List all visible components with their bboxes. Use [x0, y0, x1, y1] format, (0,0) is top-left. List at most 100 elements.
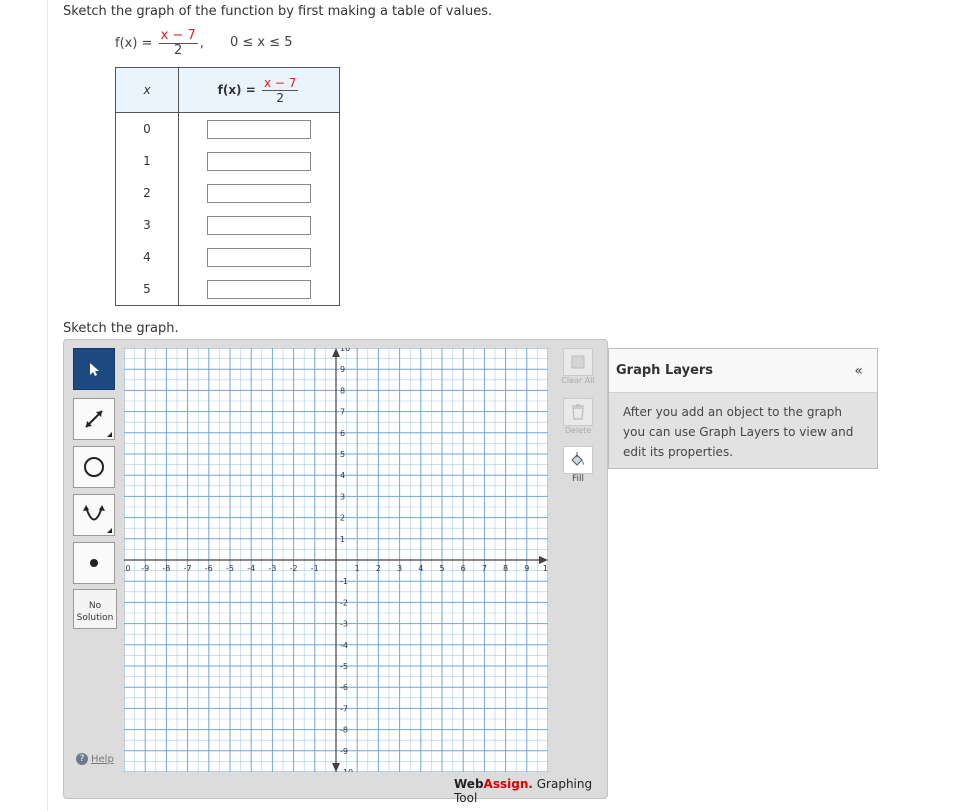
no-solution-button[interactable]: No Solution — [73, 589, 117, 629]
point-tool-button[interactable] — [73, 542, 115, 584]
fx-answer-input[interactable] — [207, 183, 311, 203]
equation-denominator: 2 — [174, 43, 183, 58]
y-tick-label: -3 — [340, 620, 348, 629]
help-label: Help — [91, 753, 114, 765]
help-icon: ? — [76, 753, 88, 765]
column-x-header: x — [115, 67, 179, 113]
point-icon — [90, 559, 98, 567]
brand-assign: Assign. — [483, 777, 533, 791]
column-fx-header: f(x) = x − 7 2 — [178, 67, 340, 113]
fx-fraction: x − 7 2 — [261, 75, 299, 105]
delete-button[interactable]: Delete — [557, 398, 599, 435]
y-tick-label: 4 — [340, 471, 345, 480]
table-row: 4 — [115, 241, 340, 273]
y-tick-label: -8 — [340, 726, 348, 735]
y-tick-label: 5 — [340, 450, 345, 459]
x-tick-label: 1 — [355, 564, 360, 573]
x-tick-label: 4 — [418, 564, 423, 573]
circle-icon — [84, 457, 104, 477]
function-equation: f(x) = x − 7 2 , — [115, 29, 204, 58]
fill-button[interactable]: Fill — [557, 446, 599, 484]
fx-answer-input[interactable] — [207, 247, 311, 267]
circle-tool-button[interactable] — [73, 446, 115, 488]
graph-canvas[interactable]: -10 -9 -8 -7 -6 -5 -4 -3 -2 -1 1 2 3 4 5 6 7 8 9 10 10 9 8 7 6 5 4… — [117, 344, 553, 777]
table-row: 5 — [115, 273, 340, 306]
y-tick-label: 3 — [340, 492, 345, 501]
x-tick-label: 5 — [439, 564, 444, 573]
pointer-icon — [90, 363, 99, 376]
table-row: 0 — [115, 112, 340, 145]
x-tick-label: 7 — [482, 564, 487, 573]
y-tick-label: 8 — [340, 386, 345, 395]
page-left-border — [47, 0, 48, 811]
x-tick-label: 3 — [397, 564, 402, 573]
x-tick-label: -10 — [124, 564, 131, 573]
collapse-icon[interactable]: « — [854, 363, 863, 379]
clear-all-button[interactable]: Clear All — [557, 348, 599, 385]
fx-lhs: f(x) = — [217, 82, 256, 97]
equation-minus-seven: − 7 — [168, 28, 196, 43]
fx-numerator: x − 7 — [261, 75, 299, 91]
clear-all-icon — [571, 355, 585, 369]
x-tick-label: 6 — [461, 564, 466, 573]
x-value: 2 — [115, 177, 179, 209]
fx-answer-input[interactable] — [207, 279, 311, 299]
y-tick-label: 2 — [340, 514, 345, 523]
webassign-branding: WebAssign. Graphing Tool — [454, 777, 607, 805]
y-tick-label: -2 — [340, 598, 348, 607]
paint-bucket-icon — [571, 452, 584, 466]
y-tick-label: -10 — [340, 768, 353, 772]
x-tick-label: -4 — [247, 564, 255, 573]
graph-layers-header: Graph Layers « — [609, 349, 877, 393]
line-icon — [85, 410, 103, 428]
parabola-tool-button[interactable] — [73, 494, 115, 536]
x-tick-label: -3 — [268, 564, 276, 573]
graph-layers-panel: Graph Layers « After you add an object t… — [608, 348, 878, 469]
fx-answer-input[interactable] — [207, 119, 311, 139]
y-tick-label: 10 — [340, 348, 350, 353]
graph-layers-description: After you add an object to the graph you… — [623, 405, 854, 459]
fx-answer-input[interactable] — [207, 151, 311, 171]
equation-comma: , — [199, 36, 204, 51]
y-tick-label: 1 — [340, 535, 345, 544]
y-tick-label: 7 — [340, 408, 345, 417]
graph-prompt: Sketch the graph. — [63, 321, 179, 336]
y-tick-label: -4 — [340, 641, 348, 650]
x-tick-label: -7 — [184, 564, 192, 573]
question-prompt: Sketch the graph of the function by firs… — [63, 4, 493, 19]
y-tick-label: -6 — [340, 683, 348, 692]
x-tick-label: -9 — [141, 564, 149, 573]
clear-all-label: Clear All — [561, 376, 595, 385]
y-tick-label: -9 — [340, 747, 348, 756]
x-tick-label: -5 — [226, 564, 234, 573]
graph-layers-title: Graph Layers — [616, 363, 714, 378]
y-axis-arrow-down — [332, 763, 340, 772]
fx-answer-input[interactable] — [207, 215, 311, 235]
x-tick-label: 8 — [503, 564, 508, 573]
table-row: 2 — [115, 177, 340, 209]
fill-label: Fill — [571, 474, 585, 484]
x-tick-label: -2 — [290, 564, 298, 573]
x-tick-label: 10 — [543, 564, 548, 573]
y-axis-arrow — [332, 348, 340, 357]
parabola-icon — [83, 505, 105, 521]
x-tick-label: 2 — [376, 564, 381, 573]
domain-text: 0 ≤ x ≤ 5 — [230, 35, 293, 50]
x-value: 1 — [115, 145, 179, 177]
trash-icon — [572, 404, 584, 420]
x-value: 5 — [115, 273, 179, 306]
delete-label: Delete — [564, 426, 592, 435]
x-tick-label: 9 — [524, 564, 529, 573]
x-tick-label: -1 — [311, 564, 319, 573]
y-tick-label: -1 — [340, 577, 348, 586]
pointer-tool-button[interactable] — [73, 348, 115, 390]
help-link[interactable]: ? Help — [76, 753, 114, 765]
coordinate-grid[interactable]: -10 -9 -8 -7 -6 -5 -4 -3 -2 -1 1 2 3 4 5 6 7 8 9 10 10 9 8 7 6 5 4… — [117, 344, 553, 777]
graphing-tool-panel: No Solution ? Help -10 -9 -8 -7 -6 -5 -4 -3 -2 -1… — [63, 339, 608, 805]
x-tick-label: -8 — [162, 564, 170, 573]
x-tick-label: -6 — [205, 564, 213, 573]
fx-denominator: 2 — [276, 90, 284, 105]
x-value: 0 — [115, 112, 179, 145]
line-tool-button[interactable] — [73, 398, 115, 440]
equation-lhs: f(x) = — [115, 36, 153, 51]
